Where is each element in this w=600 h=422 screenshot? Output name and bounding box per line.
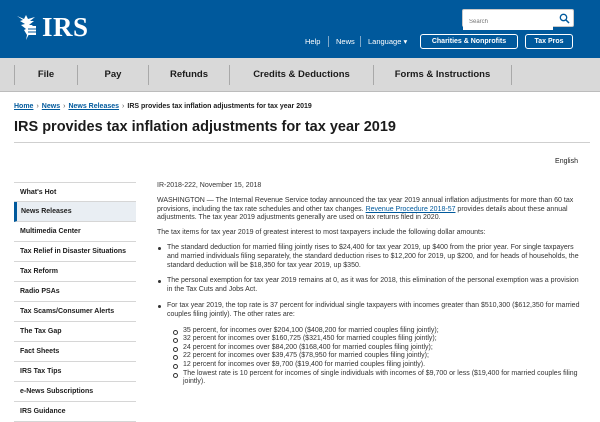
- list-item: 32 percent for incomes over $160,725 ($3…: [167, 335, 583, 344]
- breadcrumb: Home › News › News Releases › IRS provides tax…: [14, 103, 312, 110]
- language-link[interactable]: English: [555, 158, 578, 165]
- intro-paragraph: WASHINGTON — The Internal Revenue Servic…: [157, 197, 583, 223]
- revenue-procedure-link[interactable]: Revenue Procedure 2018-57: [366, 206, 456, 213]
- irs-logo[interactable]: IRS: [14, 13, 89, 41]
- list-item: 12 percent for incomes over $9,700 ($19,…: [167, 361, 583, 370]
- search-box: [462, 9, 574, 30]
- breadcrumb-separator: ›: [36, 103, 39, 110]
- tax-rates-list: 35 percent, for incomes over $204,100 ($…: [167, 327, 583, 387]
- sidebar-item-multimedia-center[interactable]: Multimedia Center: [14, 222, 136, 242]
- nav-refunds[interactable]: Refunds: [149, 58, 229, 92]
- list-item: 24 percent for incomes over $84,200 ($16…: [167, 344, 583, 353]
- sidebar-item-news-releases[interactable]: News Releases: [14, 202, 136, 222]
- sidebar-item-radio-psas[interactable]: Radio PSAs: [14, 282, 136, 302]
- search-icon[interactable]: [559, 13, 570, 24]
- language-menu[interactable]: Language ▾: [368, 37, 407, 46]
- divider: [360, 36, 361, 47]
- sidebar-item-enews-subscriptions[interactable]: e-News Subscriptions: [14, 382, 136, 402]
- breadcrumb-current: IRS provides tax inflation adjustments f…: [127, 103, 312, 110]
- search-input[interactable]: [463, 14, 553, 30]
- main-nav: File Pay Refunds Credits & Deductions Fo…: [0, 58, 600, 92]
- nav-forms-instructions[interactable]: Forms & Instructions: [374, 58, 511, 92]
- list-item: 35 percent, for incomes over $204,100 ($…: [167, 327, 583, 336]
- nav-pay[interactable]: Pay: [78, 58, 148, 92]
- lead-paragraph: The tax items for tax year 2019 of great…: [157, 229, 486, 237]
- sidebar-item-irs-guidance[interactable]: IRS Guidance: [14, 402, 136, 422]
- title-divider: [14, 142, 590, 143]
- breadcrumb-separator: ›: [63, 103, 66, 110]
- divider: [511, 65, 512, 85]
- list-item: 22 percent for incomes over $39,475 ($78…: [167, 352, 583, 361]
- sidebar-item-fact-sheets[interactable]: Fact Sheets: [14, 342, 136, 362]
- tax-rate-intro: For tax year 2019, the top rate is 37 pe…: [167, 301, 580, 318]
- sidebar-item-tax-gap[interactable]: The Tax Gap: [14, 322, 136, 342]
- release-id: IR-2018-222, November 15, 2018: [157, 182, 262, 189]
- key-items-list: The standard deduction for married filin…: [157, 244, 583, 387]
- logo-text: IRS: [42, 12, 89, 42]
- breadcrumb-home[interactable]: Home: [14, 103, 33, 110]
- breadcrumb-news-releases[interactable]: News Releases: [68, 103, 119, 110]
- news-link[interactable]: News: [336, 37, 355, 46]
- sidebar-item-tax-reform[interactable]: Tax Reform: [14, 262, 136, 282]
- list-item: For tax year 2019, the top rate is 37 pe…: [157, 302, 583, 387]
- sidebar-item-tax-scams[interactable]: Tax Scams/Consumer Alerts: [14, 302, 136, 322]
- sidebar-item-irs-tax-tips[interactable]: IRS Tax Tips: [14, 362, 136, 382]
- list-item: The personal exemption for tax year 2019…: [157, 277, 583, 295]
- help-link[interactable]: Help: [305, 37, 320, 46]
- charities-nonprofits-button[interactable]: Charities & Nonprofits: [420, 34, 518, 49]
- article-body: IR-2018-222, November 15, 2018 WASHINGTO…: [157, 182, 583, 394]
- sidebar: What's Hot News Releases Multimedia Cent…: [14, 182, 136, 422]
- nav-file[interactable]: File: [15, 58, 77, 92]
- list-item: The standard deduction for married filin…: [157, 244, 583, 270]
- list-item: The lowest rate is 10 percent for income…: [167, 370, 583, 387]
- breadcrumb-news[interactable]: News: [42, 103, 60, 110]
- nav-credits-deductions[interactable]: Credits & Deductions: [230, 58, 373, 92]
- tax-pros-button[interactable]: Tax Pros: [525, 34, 573, 49]
- eagle-logo-icon: [17, 15, 36, 40]
- site-header: IRS Help News Language ▾ Charities & Non…: [0, 0, 600, 58]
- sidebar-item-tax-relief[interactable]: Tax Relief in Disaster Situations: [14, 242, 136, 262]
- sidebar-item-whats-hot[interactable]: What's Hot: [14, 182, 136, 202]
- page-title: IRS provides tax inflation adjustments f…: [14, 119, 396, 135]
- breadcrumb-separator: ›: [122, 103, 125, 110]
- divider: [328, 36, 329, 47]
